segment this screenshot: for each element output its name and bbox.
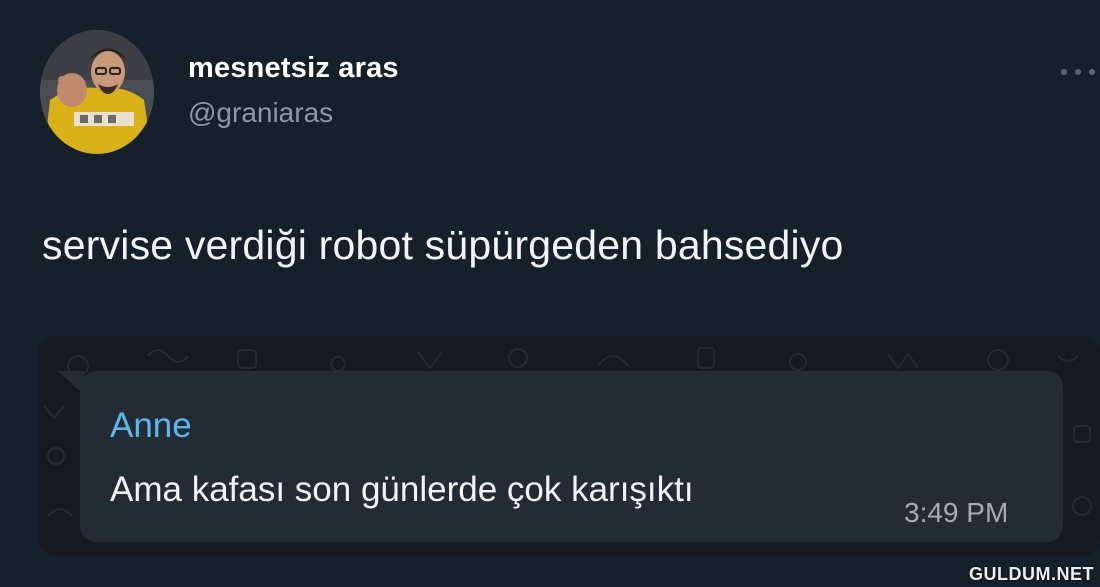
chat-message-time: 3:49 PM (904, 497, 1009, 528)
avatar-image (40, 30, 154, 154)
author-handle[interactable]: @graniaras (188, 97, 333, 129)
author-avatar[interactable] (40, 30, 154, 154)
watermark: GULDUM.NET (969, 564, 1094, 584)
more-options-icon[interactable] (1058, 62, 1100, 82)
tweet-card: mesnetsiz aras @graniaras servise verdiğ… (0, 0, 1100, 587)
author-display-name[interactable]: mesnetsiz aras (188, 52, 399, 85)
tweet-text: servise verdiği robot süpürgeden bahsedi… (42, 222, 844, 268)
chat-sender-name: Anne (110, 406, 192, 445)
chat-message-text: Ama kafası son günlerde çok karışıktı (110, 470, 694, 509)
